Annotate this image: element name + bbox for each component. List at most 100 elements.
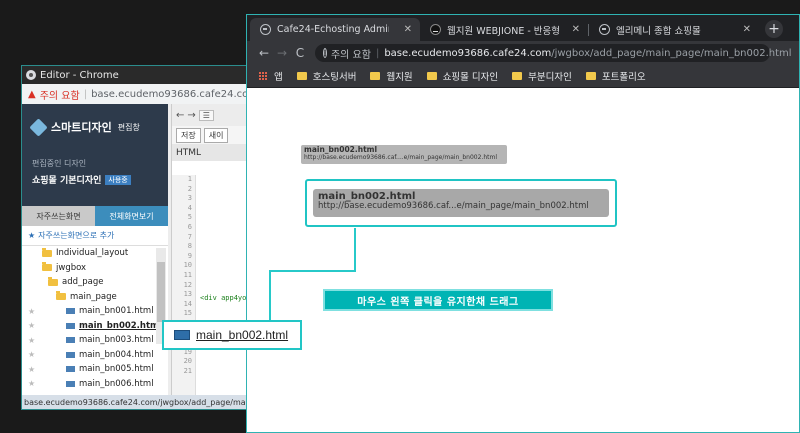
tree-item-label: main_page: [70, 291, 117, 302]
line-number: 2: [187, 184, 192, 193]
editor-titlebar[interactable]: Editor - Chrome: [22, 66, 248, 84]
scrollbar-thumb[interactable]: [157, 262, 165, 322]
editor-url: base.ecudemo93686.cafe24.com: [91, 88, 249, 100]
tab-title: 웹지원 WEBJIONE - 반응형 웹: [447, 25, 559, 37]
bookmark-partial-design[interactable]: 부분디자인: [512, 69, 572, 83]
line-number: 9: [187, 251, 192, 260]
folder-icon: [512, 72, 523, 80]
editor-address-bar[interactable]: ▲ 주의 요함 | base.ecudemo93686.cafe24.com: [22, 84, 248, 104]
new-window-button[interactable]: 새이: [203, 127, 229, 143]
tab-favorite-screens[interactable]: 자주쓰는화면: [22, 206, 95, 226]
tree-item-label: jwgbox: [56, 262, 87, 273]
reload-button[interactable]: C: [291, 46, 309, 60]
html-file-icon: [66, 337, 75, 344]
list-view-icon[interactable]: ☰: [198, 109, 214, 121]
dragged-file-item[interactable]: main_bn002.html: [162, 320, 302, 350]
html-file-icon: [66, 380, 75, 387]
tab-title: Cafe24-Echosting Admin: [277, 24, 389, 35]
html-tab[interactable]: HTML: [172, 144, 248, 161]
line-number: 1: [187, 175, 192, 183]
status-bar-url: base.ecudemo93686.cafe24.com/jwgbox/add_…: [22, 395, 248, 409]
folder-icon: [42, 262, 52, 272]
smart-design-title: 스마트디자인: [51, 121, 112, 134]
bookmark-portfolio[interactable]: 포트폴리오: [585, 69, 646, 83]
folder-icon: [370, 72, 381, 80]
tab-all-screens[interactable]: 전체화면보기: [95, 206, 168, 226]
line-number: 21: [183, 366, 192, 375]
forward-arrow-icon[interactable]: →: [187, 110, 195, 121]
address-bar[interactable]: i 주의 요함 | base.ecudemo93686.cafe24.com/j…: [315, 44, 792, 62]
folder-icon: [48, 276, 58, 286]
tree-file[interactable]: ★ main_bn005.html: [22, 362, 168, 377]
tree-file[interactable]: ★ main_bn002.html: [22, 319, 168, 334]
info-icon[interactable]: i: [323, 48, 327, 58]
code-line[interactable]: <div app4you: [200, 294, 248, 302]
bookmark-label: 웹지원: [386, 72, 413, 83]
html-file-icon: [66, 308, 75, 315]
bookmark-webjione[interactable]: 웹지원: [370, 69, 413, 83]
page-content[interactable]: main_bn002.html http://base.ecudemo93686…: [247, 89, 799, 432]
editor-security-warning: 주의 요함: [39, 90, 80, 102]
smart-design-panel: 스마트디자인 편집창 편집중인 디자인 쇼핑몰 기본디자인 사용중 자주쓰는화면…: [22, 104, 168, 395]
line-number: 4: [187, 203, 192, 212]
tooltip-file-name: main_bn002.html: [304, 145, 378, 154]
connector-line: [269, 270, 356, 272]
back-arrow-icon[interactable]: ←: [176, 110, 184, 121]
instruction-callout: 마우스 왼쪽 클릭을 유지한채 드래그: [323, 289, 553, 311]
bookmark-label: 호스팅서버: [312, 72, 357, 83]
tree-folder[interactable]: main_page: [22, 290, 168, 305]
code-nav-toolbar: ← → ☰: [172, 104, 248, 126]
new-tab-button[interactable]: +: [765, 20, 783, 38]
drag-link-tooltip-large: main_bn002.html http://base.ecudemo93686…: [313, 189, 609, 217]
smart-design-logo-icon: [29, 117, 48, 137]
tab-shopping-mall[interactable]: 엘리메니 종합 쇼핑몰 ✕: [589, 18, 759, 41]
save-button[interactable]: 저장: [176, 127, 201, 143]
close-icon[interactable]: ✕: [404, 24, 412, 35]
tab-webjione[interactable]: 웹지원 WEBJIONE - 반응형 웹 ✕: [420, 18, 588, 41]
tree-folder[interactable]: jwgbox: [22, 261, 168, 276]
url-path: /jwgbox/add_page/main_page/main_bn002.ht…: [551, 47, 792, 59]
tree-folder[interactable]: add_page: [22, 275, 168, 290]
tree-item-label: Individual_layout: [56, 248, 129, 259]
line-number: 11: [183, 270, 192, 279]
url-host: base.ecudemo93686.cafe24.com: [384, 47, 552, 59]
warning-icon: ▲: [28, 88, 36, 100]
tree-file[interactable]: ★ main_bn004.html: [22, 348, 168, 363]
forward-button[interactable]: →: [273, 46, 291, 60]
tree-file[interactable]: ★ main_bn001.html: [22, 304, 168, 319]
bookmark-hosting-server[interactable]: 호스팅서버: [296, 69, 357, 83]
favorite-star-icon[interactable]: ★: [28, 379, 35, 388]
line-number: 6: [187, 222, 192, 231]
favorite-star-icon[interactable]: ★: [28, 350, 35, 359]
file-tree: Individual_layoutjwgbox add_page main_page…: [22, 246, 168, 391]
tab-cafe24-admin[interactable]: Cafe24-Echosting Admin ✕: [250, 18, 420, 41]
tree-folder[interactable]: Individual_layout: [22, 246, 168, 261]
editor-body: 스마트디자인 편집창 편집중인 디자인 쇼핑몰 기본디자인 사용중 자주쓰는화면…: [22, 104, 248, 395]
editing-design-name[interactable]: 쇼핑몰 기본디자인: [32, 173, 101, 186]
favorite-star-icon[interactable]: ★: [28, 365, 35, 374]
globe-icon: [599, 24, 610, 35]
tree-file[interactable]: ★ main_bn003.html: [22, 333, 168, 348]
bookmark-apps[interactable]: 앱: [259, 69, 283, 83]
back-button[interactable]: ←: [255, 46, 273, 60]
code-editor-panel: ← → ☰ 저장 새이 HTML 12345678910111213141516…: [171, 104, 248, 395]
favorite-star-icon[interactable]: ★: [28, 321, 35, 330]
add-favorite-link[interactable]: ★ 자주쓰는화면으로 추가: [22, 226, 168, 246]
tree-item-label: main_bn001.html: [79, 306, 154, 317]
favorite-star-icon[interactable]: ★: [28, 336, 35, 345]
tree-file[interactable]: ★ main_bn006.html: [22, 377, 168, 392]
url-divider: |: [83, 88, 88, 100]
line-number: 3: [187, 194, 192, 203]
close-icon[interactable]: ✕: [743, 24, 751, 35]
tab-title: 엘리메니 종합 쇼핑몰: [616, 25, 701, 37]
tree-item-label: main_bn003.html: [79, 335, 154, 346]
browser-toolbar: ← → C i 주의 요함 | base.ecudemo93686.cafe24…: [247, 41, 799, 65]
bookmark-label: 앱: [274, 72, 283, 83]
bookmark-shop-design[interactable]: 쇼핑몰 디자인: [426, 69, 498, 83]
line-number: 5: [187, 213, 192, 222]
close-icon[interactable]: ✕: [572, 24, 580, 35]
smart-design-tabs: 자주쓰는화면 전체화면보기: [22, 206, 168, 226]
tooltip-file-url: http://base.ecudemo93686.caf...e/main_pa…: [318, 201, 589, 211]
favorite-star-icon[interactable]: ★: [28, 307, 35, 316]
add-favorite-label: 자주쓰는화면으로 추가: [38, 231, 115, 240]
